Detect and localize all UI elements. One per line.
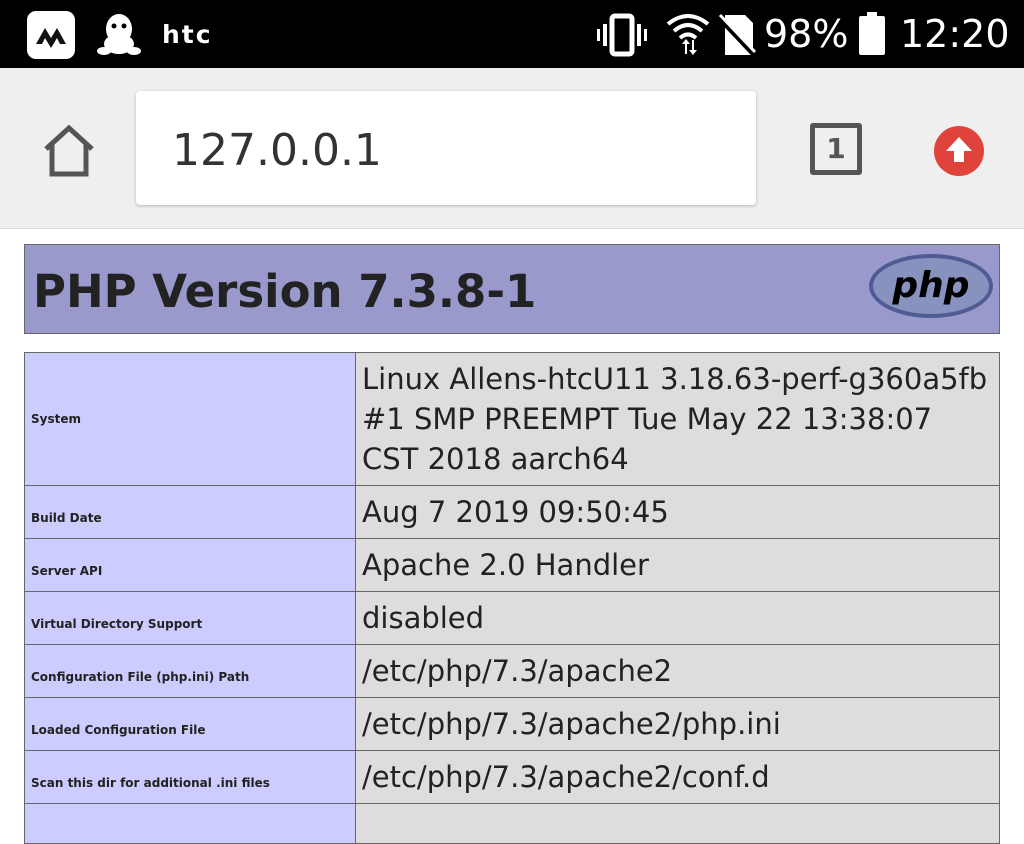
vibrate-icon [597, 13, 647, 62]
row-label: Build Date [24, 485, 356, 539]
table-row: Build Date Aug 7 2019 09:50:45 [24, 485, 1000, 539]
row-label: Loaded Configuration File [24, 697, 356, 751]
table-row: System Linux Allens-htcU11 3.18.63-perf-… [24, 352, 1000, 486]
status-bar: htc 98% 12:20 [0, 0, 1024, 68]
php-logo: php [867, 251, 995, 326]
upload-arrow-icon[interactable] [932, 124, 986, 178]
address-bar[interactable]: 127.0.0.1 [136, 91, 756, 205]
row-value [355, 803, 1000, 844]
table-row: Configuration File (php.ini) Path /etc/p… [24, 644, 1000, 698]
row-value: Aug 7 2019 09:50:45 [355, 485, 1000, 539]
row-label [24, 803, 356, 844]
row-label: Configuration File (php.ini) Path [24, 644, 356, 698]
home-icon[interactable] [40, 124, 98, 178]
url-text[interactable]: 127.0.0.1 [172, 125, 382, 176]
phpinfo-table: System Linux Allens-htcU11 3.18.63-perf-… [24, 352, 1000, 844]
battery-percent: 98% [764, 12, 849, 56]
no-sim-icon [716, 13, 758, 62]
row-value: /etc/php/7.3/apache2/php.ini [355, 697, 1000, 751]
phpinfo-header: PHP Version 7.3.8-1 php [24, 244, 1000, 334]
php-logo-text: php [891, 265, 969, 306]
table-row: Virtual Directory Support disabled [24, 591, 1000, 645]
clock: 12:20 [900, 12, 1010, 56]
page-title: PHP Version 7.3.8-1 [33, 265, 537, 318]
row-value: /etc/php/7.3/apache2 [355, 644, 1000, 698]
row-value: disabled [355, 591, 1000, 645]
tabs-counter-button[interactable]: 1 [810, 123, 862, 175]
table-row [24, 803, 1000, 844]
table-row: Scan this dir for additional .ini files … [24, 750, 1000, 804]
row-label: System [24, 352, 356, 486]
row-label: Scan this dir for additional .ini files [24, 750, 356, 804]
row-value: Linux Allens-htcU11 3.18.63-perf-g360a5f… [355, 352, 1000, 486]
row-value: /etc/php/7.3/apache2/conf.d [355, 750, 1000, 804]
battery-icon [858, 12, 886, 61]
row-label: Server API [24, 538, 356, 592]
table-row: Server API Apache 2.0 Handler [24, 538, 1000, 592]
wifi-icon [666, 12, 710, 61]
carrier-label: htc [162, 20, 213, 49]
table-row: Loaded Configuration File /etc/php/7.3/a… [24, 697, 1000, 751]
row-label: Virtual Directory Support [24, 591, 356, 645]
qq-penguin-icon [96, 11, 142, 62]
row-value: Apache 2.0 Handler [355, 538, 1000, 592]
app-notification-icon [27, 11, 75, 59]
browser-toolbar: 127.0.0.1 1 [0, 68, 1024, 229]
